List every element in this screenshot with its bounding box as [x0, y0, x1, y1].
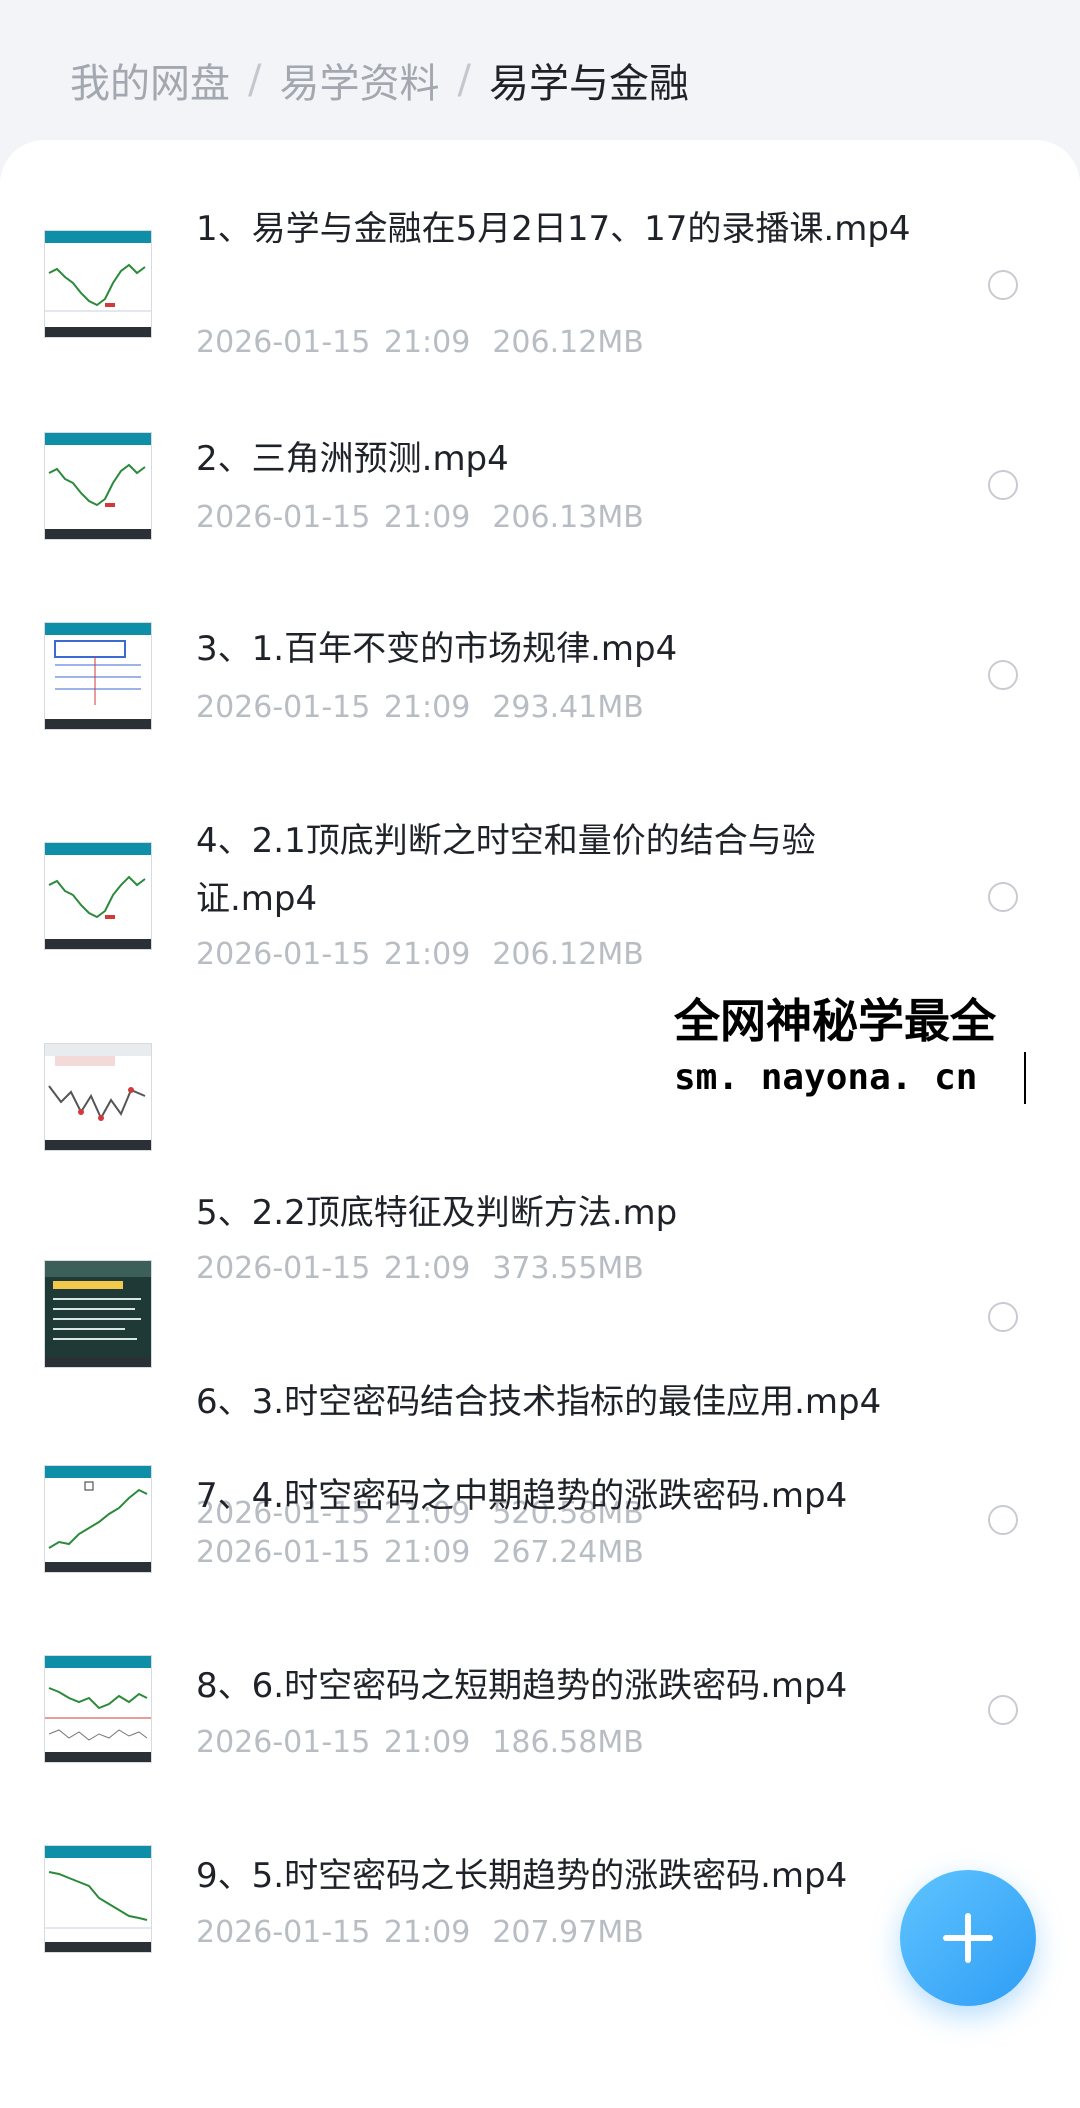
- file-date: 2026-01-15 21:09: [196, 1725, 471, 1760]
- file-meta: 2026-01-15 21:09 293.41MB: [196, 690, 644, 725]
- file-date: 2026-01-15 21:09: [196, 1915, 471, 1950]
- video-thumbnail: [44, 622, 152, 730]
- plus-icon: [943, 1913, 993, 1963]
- file-name: 4、2.1顶底判断之时空和量价的结合与验证.mp4: [196, 821, 816, 919]
- select-radio[interactable]: [988, 1505, 1018, 1535]
- file-date: 2026-01-15 21:09: [196, 937, 471, 972]
- file-date: 2026-01-15 21:09: [196, 325, 471, 360]
- file-list-panel: 1、易学与金融在5月2日17、17的录播课.mp4 2026-01-15 21:…: [0, 140, 1080, 2108]
- file-size: 293.41MB: [492, 690, 644, 725]
- breadcrumb-item-folder[interactable]: 易学资料: [279, 51, 439, 109]
- file-name: 6、3.时空密码结合技术指标的最佳应用.mp4: [196, 1382, 882, 1422]
- video-thumbnail: [44, 842, 152, 950]
- file-size: 206.12MB: [492, 937, 644, 972]
- select-radio[interactable]: [988, 1695, 1018, 1725]
- file-name: 9、5.时空密码之长期趋势的涨跌密码.mp4: [196, 1856, 848, 1896]
- file-meta: 2026-01-15 21:09 206.12MB: [196, 937, 644, 972]
- file-name: 3、1.百年不变的市场规律.mp4: [196, 629, 678, 669]
- watermark-overlay: 全网神秘学最全 sm. nayona. cn: [674, 990, 1078, 1104]
- breadcrumb-separator: /: [248, 57, 262, 103]
- file-size: 186.58MB: [492, 1725, 644, 1760]
- watermark-title: 全网神秘学最全: [674, 994, 996, 1048]
- breadcrumb-item-current: 易学与金融: [488, 61, 689, 107]
- breadcrumb-item-my-drive[interactable]: 我的网盘: [70, 51, 230, 109]
- file-date: 2026-01-15 21:09: [196, 1251, 471, 1286]
- file-size: 373.55MB: [492, 1251, 644, 1286]
- file-name: 8、6.时空密码之短期趋势的涨跌密码.mp4: [196, 1666, 848, 1706]
- file-name: 5、2.2顶底特征及判断方法.mp4: [196, 1193, 676, 1233]
- video-thumbnail: [44, 1260, 152, 1368]
- select-radio[interactable]: [988, 1302, 1018, 1332]
- breadcrumb: 我的网盘 / 易学资料 / 易学与金融: [70, 48, 689, 112]
- file-size: 206.12MB: [492, 325, 644, 360]
- select-radio[interactable]: [988, 882, 1018, 912]
- file-size: 267.24MB: [492, 1535, 644, 1570]
- video-thumbnail: [44, 1465, 152, 1573]
- select-radio[interactable]: [988, 470, 1018, 500]
- file-meta: 2026-01-15 21:09 267.24MB: [196, 1535, 644, 1570]
- video-thumbnail: [44, 432, 152, 540]
- file-date: 2026-01-15 21:09: [196, 1535, 471, 1570]
- file-size: 206.13MB: [492, 500, 644, 535]
- add-button[interactable]: [900, 1870, 1036, 2006]
- file-meta: 2026-01-15 21:09 206.13MB: [196, 500, 644, 535]
- select-radio[interactable]: [988, 270, 1018, 300]
- video-thumbnail: [44, 1655, 152, 1763]
- file-size: 207.97MB: [492, 1915, 644, 1950]
- file-meta: 2026-01-15 21:09 373.55MB: [196, 1251, 644, 1286]
- file-meta: 2026-01-15 21:09 186.58MB: [196, 1725, 644, 1760]
- file-date: 2026-01-15 21:09: [196, 690, 471, 725]
- video-thumbnail: [44, 230, 152, 338]
- watermark-url: sm. nayona. cn: [674, 1052, 1026, 1104]
- file-name: 1、易学与金融在5月2日17、17的录播课.mp4: [196, 209, 911, 249]
- select-radio[interactable]: [988, 660, 1018, 690]
- file-name: 2、三角洲预测.mp4: [196, 439, 509, 479]
- video-thumbnail: [44, 1043, 152, 1151]
- file-name: 7、4.时空密码之中期趋势的涨跌密码.mp4: [196, 1476, 848, 1516]
- file-meta: 2026-01-15 21:09 206.12MB: [196, 325, 644, 360]
- video-thumbnail: [44, 1845, 152, 1953]
- file-date: 2026-01-15 21:09: [196, 500, 471, 535]
- breadcrumb-separator: /: [457, 57, 471, 103]
- file-meta: 2026-01-15 21:09 207.97MB: [196, 1915, 644, 1950]
